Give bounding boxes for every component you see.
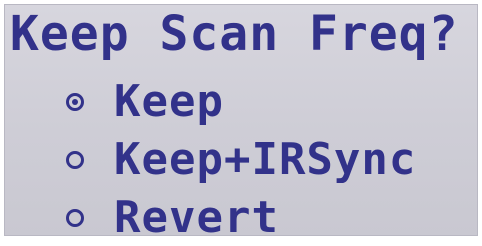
option-label: Keep (114, 76, 224, 127)
option-label: Keep+IRSync (114, 134, 417, 185)
option-revert[interactable]: Revert (66, 190, 279, 246)
option-keep[interactable]: Keep (66, 74, 224, 130)
radio-unselected-icon[interactable] (66, 151, 84, 169)
radio-unselected-icon[interactable] (66, 209, 84, 227)
option-keep-irsync[interactable]: Keep+IRSync (66, 132, 416, 188)
display-frame: Keep Scan Freq? Keep Keep+IRSync Revert (0, 0, 482, 243)
lcd-screen: Keep Scan Freq? Keep Keep+IRSync Revert (4, 4, 478, 243)
option-label: Revert (114, 192, 279, 243)
prompt-title: Keep Scan Freq? (10, 6, 459, 62)
radio-selected-icon[interactable] (66, 93, 84, 111)
